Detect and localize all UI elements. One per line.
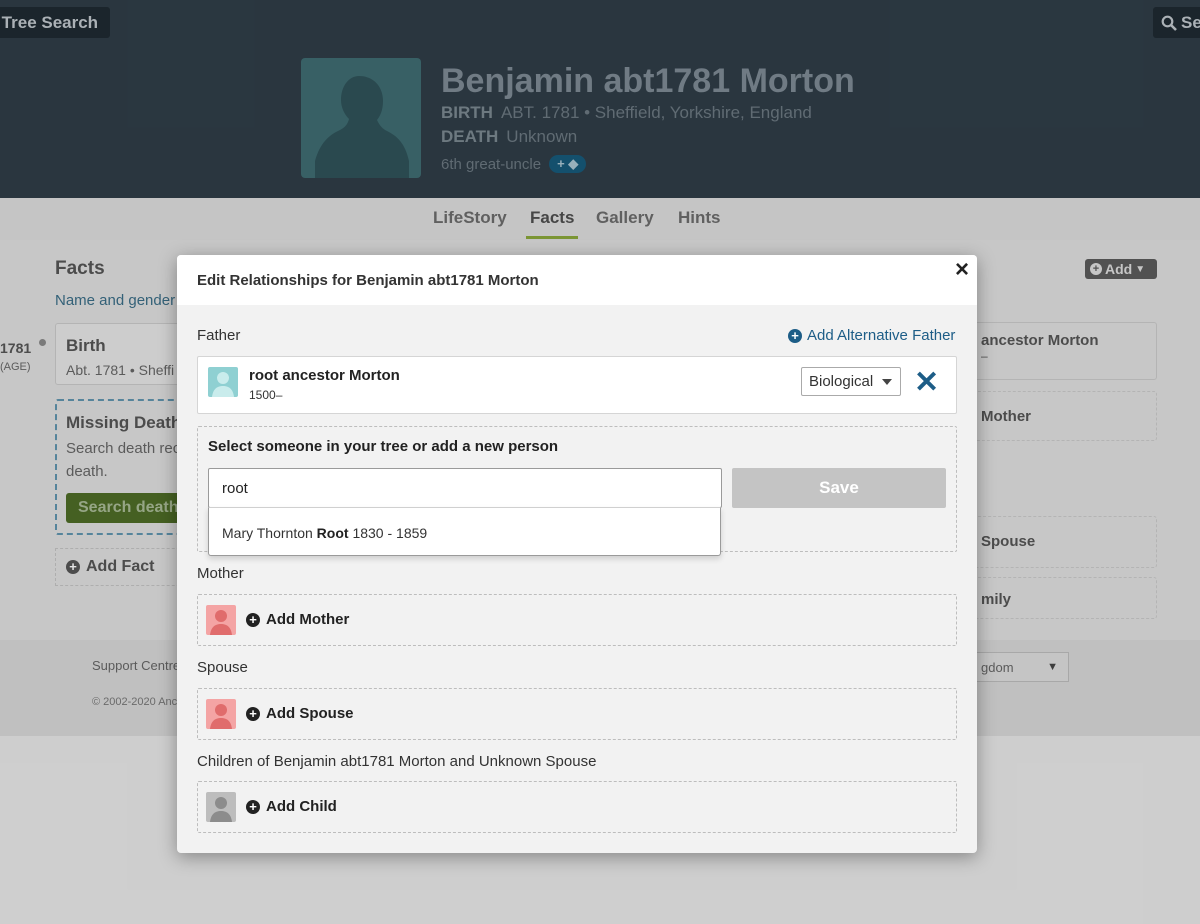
add-spouse-button[interactable]: + Add Spouse (246, 705, 354, 722)
add-alternative-father-label: Add Alternative Father (807, 327, 956, 344)
suggestion-item[interactable]: Mary Thornton Root 1830 - 1859 (222, 525, 427, 541)
female-avatar-icon (206, 605, 236, 635)
remove-father-icon[interactable]: ✕ (914, 367, 940, 399)
edit-relationships-modal: Edit Relationships for Benjamin abt1781 … (177, 255, 977, 853)
mother-section-label: Mother (197, 565, 244, 582)
children-section-label: Children of Benjamin abt1781 Morton and … (197, 753, 597, 770)
add-spouse-box: + Add Spouse (197, 688, 957, 740)
modal-title: Edit Relationships for Benjamin abt1781 … (197, 272, 539, 289)
suggestion-match: Root (316, 525, 349, 541)
plus-circle-icon: + (246, 706, 260, 721)
father-section-label: Father (197, 327, 241, 344)
person-search-input[interactable] (208, 468, 722, 508)
plus-circle-icon: + (788, 328, 802, 343)
father-card: root ancestor Morton 1500– Biological ✕ (197, 356, 957, 414)
suggestion-name: Mary Thornton (222, 525, 313, 541)
suggestion-dates: 1830 - 1859 (352, 525, 428, 541)
add-child-label: Add Child (266, 798, 337, 815)
select-person-title: Select someone in your tree or add a new… (208, 438, 559, 455)
add-alternative-father-link[interactable]: + Add Alternative Father (788, 327, 955, 344)
plus-circle-icon: + (246, 612, 260, 627)
add-child-box: + Add Child (197, 781, 957, 833)
relationship-type-value: Biological (809, 373, 874, 390)
relationship-type-select[interactable]: Biological (801, 367, 901, 396)
save-button[interactable]: Save (732, 468, 946, 508)
search-suggestions: Mary Thornton Root 1830 - 1859 (208, 507, 721, 556)
add-mother-label: Add Mother (266, 611, 350, 628)
close-icon[interactable]: × (955, 258, 969, 282)
plus-circle-icon: + (246, 799, 260, 814)
add-mother-box: + Add Mother (197, 594, 957, 646)
father-name[interactable]: root ancestor Morton (249, 367, 400, 384)
father-dates: 1500– (249, 388, 283, 402)
add-child-button[interactable]: + Add Child (246, 798, 337, 815)
modal-header: Edit Relationships for Benjamin abt1781 … (177, 255, 977, 305)
spouse-section-label: Spouse (197, 659, 248, 676)
add-spouse-label: Add Spouse (266, 705, 354, 722)
male-avatar-icon (208, 367, 238, 397)
add-mother-button[interactable]: + Add Mother (246, 611, 349, 628)
female-avatar-icon (206, 699, 236, 729)
caret-down-icon (882, 379, 892, 385)
unknown-avatar-icon (206, 792, 236, 822)
